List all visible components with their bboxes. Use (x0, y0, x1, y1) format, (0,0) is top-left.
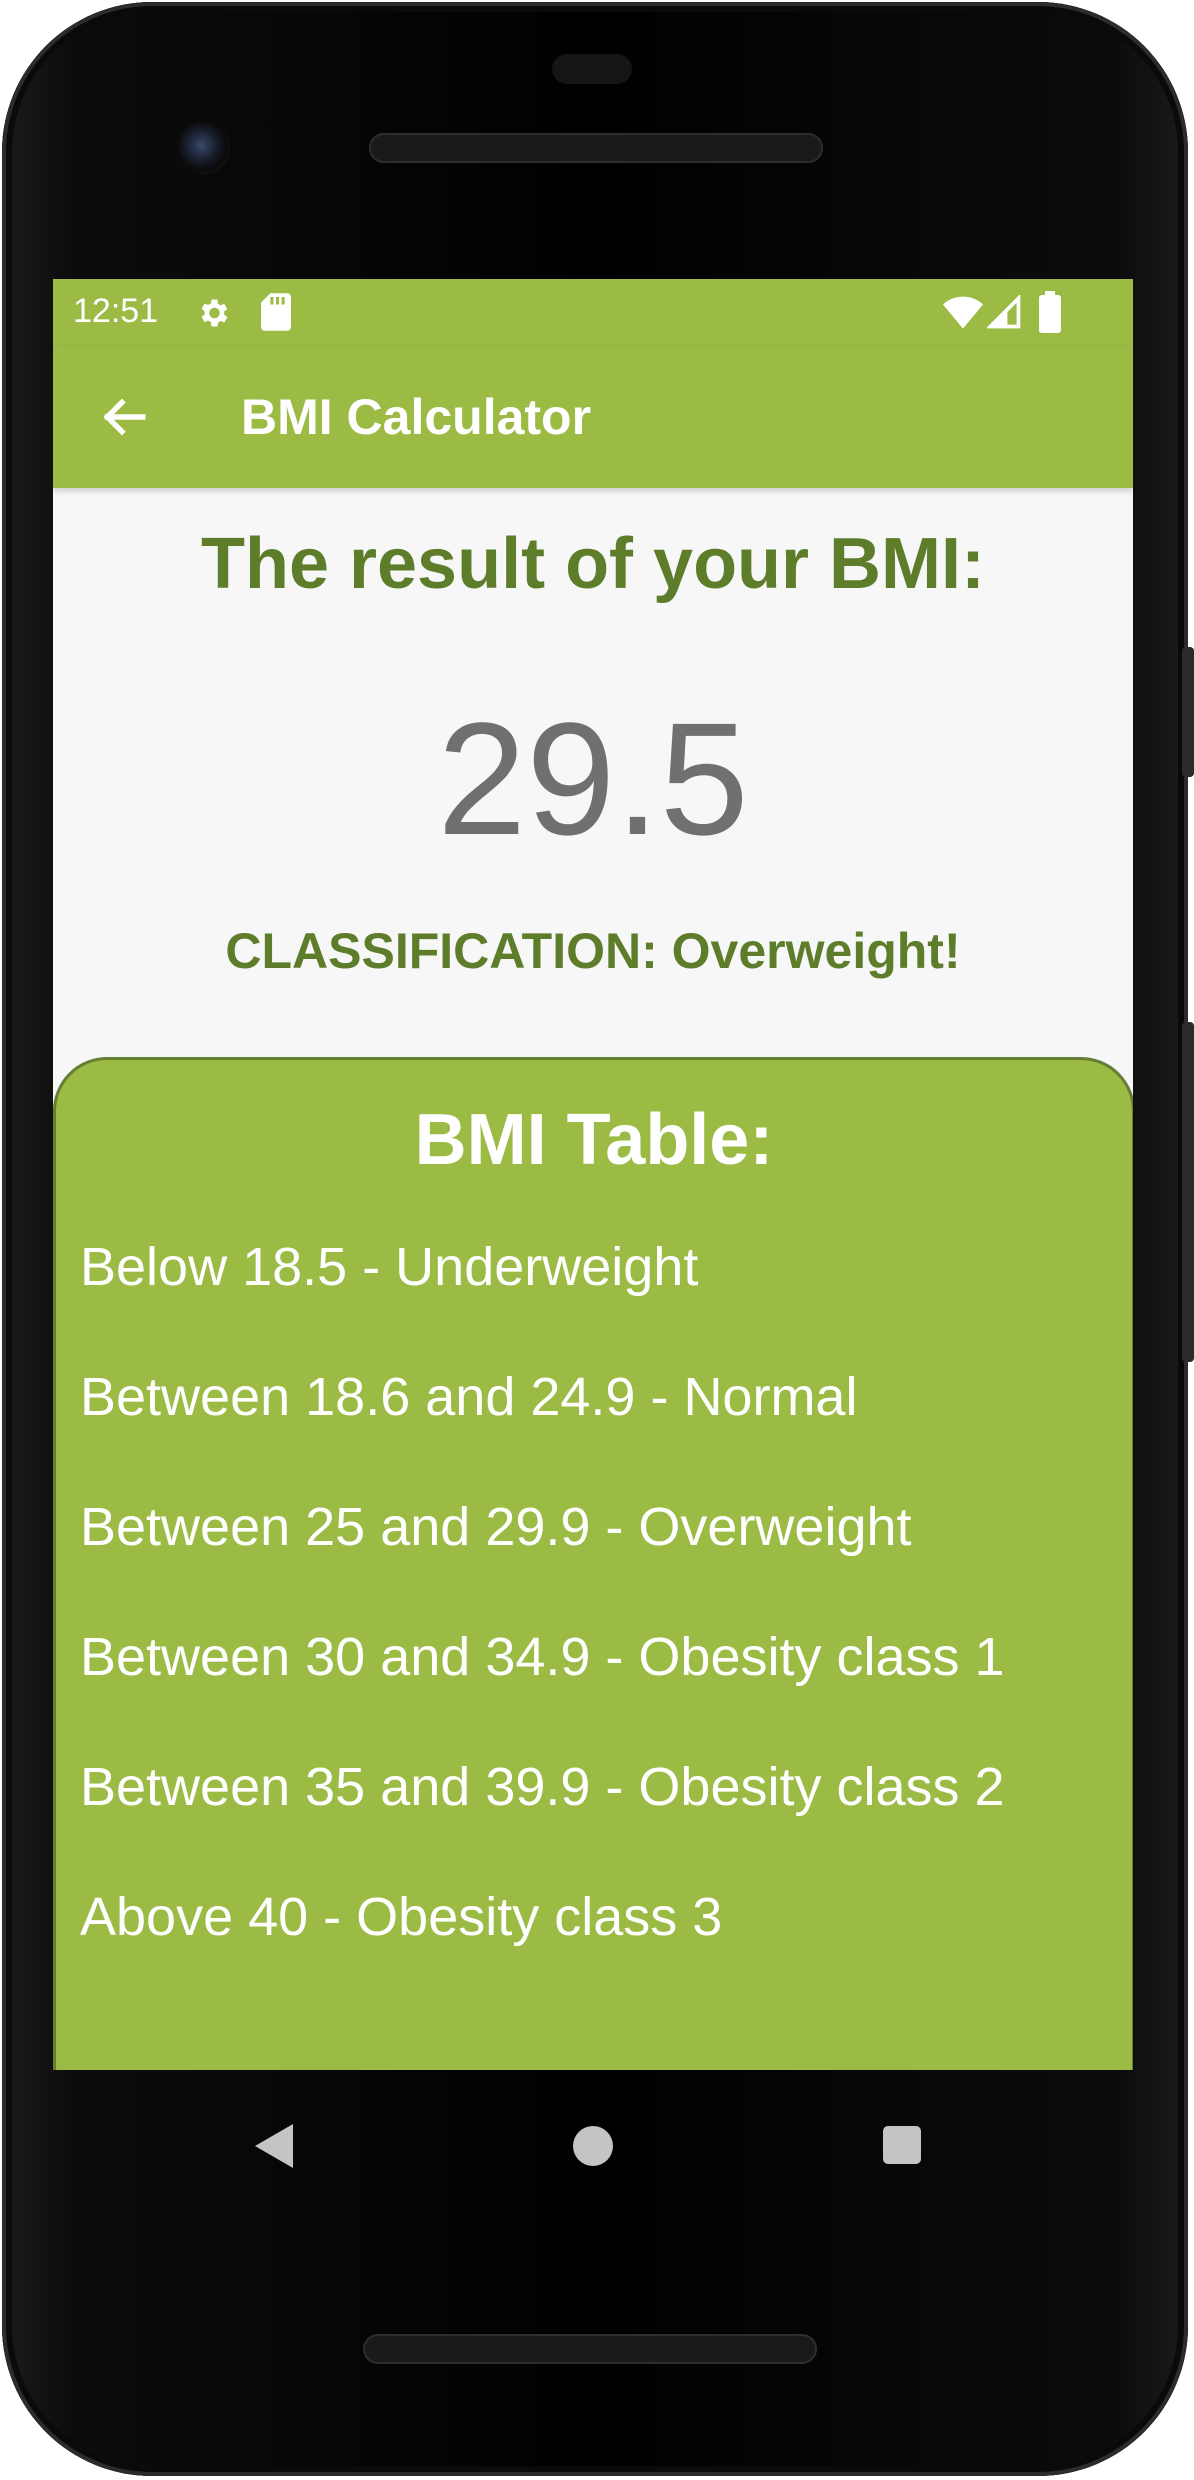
classification-text: CLASSIFICATION: Overweight! (225, 923, 961, 979)
arrow-left-icon[interactable] (99, 392, 149, 442)
status-time: 12:51 (73, 292, 159, 330)
bmi-table-row: Between 35 and 39.9 - Obesity class 2 (80, 1757, 1005, 1817)
gear-icon (201, 299, 228, 327)
nav-home-icon[interactable] (573, 2126, 613, 2166)
top-speaker (369, 133, 823, 163)
nav-back-icon[interactable] (255, 2124, 293, 2168)
result-heading: The result of your BMI: (200, 524, 986, 604)
bmi-table-row: Below 18.5 - Underweight (80, 1237, 699, 1297)
bmi-table-row: Between 18.6 and 24.9 - Normal (80, 1367, 858, 1427)
status-bar: 12:51 (53, 279, 1133, 346)
volume-button (1182, 1022, 1194, 1362)
nav-recents-icon[interactable] (883, 2126, 921, 2164)
bottom-speaker (363, 2334, 817, 2364)
front-camera (178, 122, 230, 174)
app-screen: 12:51 BMI Calculator The result of your … (53, 279, 1133, 2070)
sd-card-icon (261, 293, 291, 331)
bmi-table-row: Between 30 and 34.9 - Obesity class 1 (80, 1627, 1005, 1687)
earpiece (552, 54, 632, 84)
wifi-icon (943, 296, 983, 329)
app-title: BMI Calculator (241, 389, 592, 445)
bmi-table-row: Between 25 and 29.9 - Overweight (80, 1497, 912, 1557)
power-button (1182, 647, 1194, 777)
battery-icon (1039, 291, 1061, 333)
app-bar: BMI Calculator (53, 346, 1133, 488)
bmi-table-row: Above 40 - Obesity class 3 (80, 1887, 723, 1947)
bmi-table-title: BMI Table: (414, 1100, 774, 1180)
bmi-table-card: BMI Table: Below 18.5 - Underweight Betw… (53, 1057, 1133, 2070)
cell-signal-icon (987, 295, 1021, 329)
bmi-value: 29.5 (437, 689, 749, 868)
navigation-bar (53, 2070, 1133, 2270)
